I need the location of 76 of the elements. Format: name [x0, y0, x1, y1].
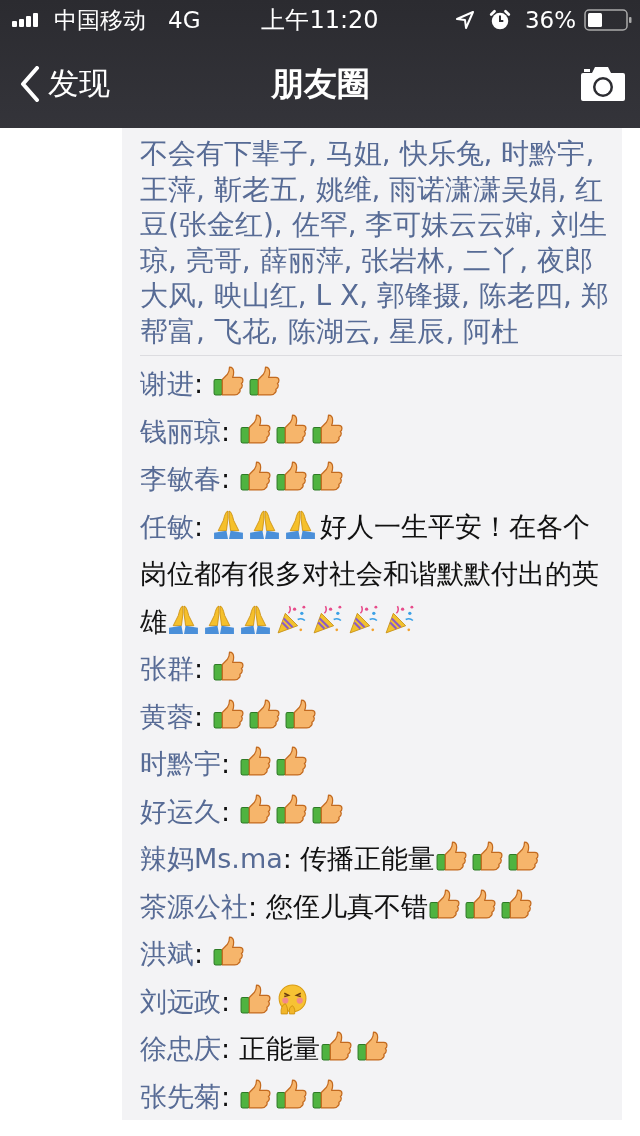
user-name-link[interactable]: 谢进	[140, 368, 194, 399]
battery-percent: 36%	[524, 7, 576, 33]
location-arrow-icon	[454, 10, 475, 30]
clock-time: 上午11:20	[261, 5, 379, 36]
user-name-link[interactable]: 洪斌	[140, 938, 194, 969]
comment-text: 刘远政:	[140, 977, 612, 1025]
thumbs-up-icon	[274, 460, 308, 493]
thumbs-up-icon	[499, 887, 533, 921]
thumbs-up-icon	[211, 365, 245, 398]
thumbs-up-icon	[310, 1077, 344, 1111]
thumbs-up-icon	[310, 460, 344, 493]
comment-text: 任敏: 好人一生平安！在各个岗位都有很多对社会和谐默默付出的英雄	[140, 502, 612, 645]
thumbs-up-icon	[463, 887, 497, 921]
thumbs-up-icon	[507, 840, 541, 873]
thumbs-up-icon	[319, 1030, 353, 1063]
thumbs-up-icon	[211, 650, 245, 683]
praying-hands-icon	[239, 602, 272, 636]
thumbs-up-icon	[238, 412, 272, 446]
user-name-link[interactable]: 李敏春	[140, 463, 221, 494]
comment-text: 时黔宇:	[140, 740, 612, 788]
page-title: 朋友圈	[270, 62, 370, 105]
user-name-link[interactable]: 辣妈Ms.ma	[140, 843, 283, 874]
user-name-link[interactable]: 刘远政	[140, 985, 221, 1017]
thumbs-up-icon	[427, 887, 461, 921]
thumbs-up-icon	[310, 412, 344, 446]
comment-text: 李敏春:	[140, 455, 612, 503]
comment-text: 茶源公社: 您侄儿真不错	[140, 882, 612, 930]
comment-text: 张群:	[140, 645, 612, 693]
comment-text: 钱丽琼:	[140, 407, 612, 455]
thumbs-up-icon	[238, 745, 272, 778]
back-button[interactable]: 发现	[20, 63, 110, 105]
thumbs-up-icon	[310, 792, 344, 826]
user-name-link[interactable]: 任敏	[140, 510, 194, 542]
praying-hands-icon	[167, 602, 200, 636]
comment-text: 洪斌:	[140, 930, 612, 978]
comment-text: 徐忠庆: 正能量	[140, 1025, 612, 1073]
user-name-link[interactable]: 茶源公社	[140, 890, 248, 922]
liked-by-names[interactable]: 不会有下辈子, 马姐, 快乐兔, 时黔宇, 王萍, 靳老五, 姚维, 雨诺潇潇吴娟, 红豆(张金红), 佐罕, 李可妹云云婶, 刘生琼, 亮哥, 薛丽萍, 张岩林, 二丫, 夜郎大风, 映山红, L X, 郭锋摄, 陈老四, 郑帮富, 飞花, 陈湖云, 星辰, 阿杜	[140, 128, 622, 356]
user-name-link[interactable]: 张群	[140, 653, 194, 684]
alarm-clock-icon	[488, 9, 511, 31]
thumbs-up-icon	[247, 697, 281, 731]
user-name-link[interactable]: 黄蓉	[140, 700, 194, 732]
thumbs-up-icon	[471, 840, 505, 873]
user-name-link[interactable]: 时黔宇	[140, 748, 221, 779]
praying-hands-icon	[203, 602, 236, 636]
praying-hands-icon	[211, 507, 245, 541]
thumbs-up-icon	[211, 697, 245, 731]
comment-text: 好运久:	[140, 787, 612, 835]
user-name-link[interactable]: 徐忠庆	[140, 1033, 221, 1064]
user-name-link[interactable]: 钱丽琼	[140, 415, 221, 447]
thumbs-up-icon	[274, 1077, 308, 1111]
praying-hands-icon	[247, 507, 281, 541]
thumbs-up-icon	[274, 412, 308, 446]
thumbs-up-icon	[238, 982, 272, 1016]
battery-icon	[584, 9, 632, 31]
camera-icon	[580, 66, 626, 102]
thumbs-up-icon	[355, 1030, 389, 1063]
thumbs-up-icon	[435, 840, 469, 873]
chevron-left-icon	[20, 66, 40, 102]
thumbs-up-icon	[211, 935, 245, 968]
comment-text: 辣妈Ms.ma: 传播正能量	[140, 835, 612, 883]
comment-text: 谢进:	[140, 360, 612, 408]
thumbs-up-icon	[274, 745, 308, 778]
network-type: 4G	[168, 7, 201, 33]
thumbs-up-icon	[283, 697, 317, 731]
thumbs-up-icon	[238, 1077, 272, 1111]
thumbs-up-icon	[247, 365, 281, 398]
thumbs-up-icon	[238, 460, 272, 493]
user-name-link[interactable]: 张先菊	[140, 1080, 221, 1112]
praying-hands-icon	[283, 507, 317, 541]
user-name-link[interactable]: 好运久	[140, 795, 221, 827]
thumbs-up-icon	[238, 792, 272, 826]
comment-text: 黄蓉:	[140, 692, 612, 740]
carrier-name: 中国移动	[54, 5, 146, 35]
comment-text: 张先菊:	[140, 1072, 612, 1120]
thumbs-up-icon	[274, 792, 308, 826]
